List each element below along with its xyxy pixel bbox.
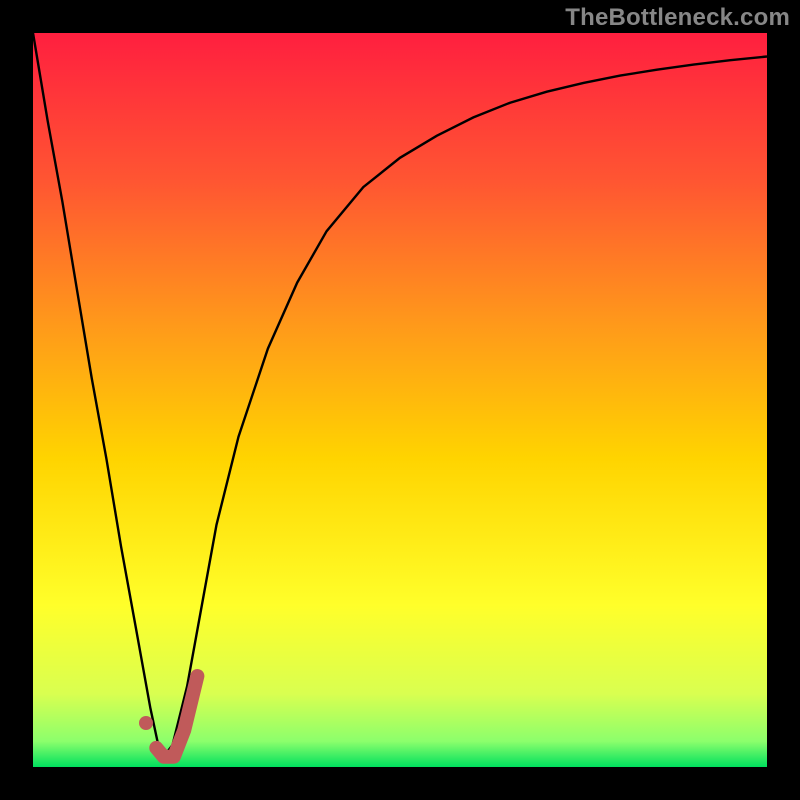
plot-area — [33, 33, 767, 767]
heat-gradient — [33, 33, 767, 767]
watermark-text: TheBottleneck.com — [565, 4, 790, 32]
chart-frame: TheBottleneck.com — [0, 0, 800, 800]
